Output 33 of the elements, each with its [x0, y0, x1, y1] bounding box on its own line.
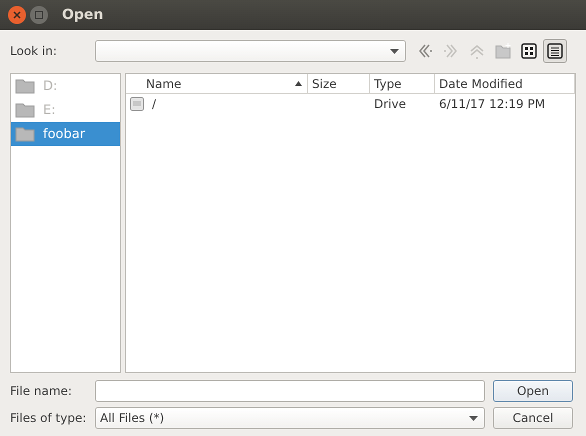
column-header[interactable]: Date Modified — [435, 74, 575, 93]
file-type-label: Files of type: — [10, 411, 88, 425]
window-title: Open — [62, 7, 104, 23]
column-header[interactable]: Size — [308, 74, 370, 93]
column-header[interactable]: Type — [370, 74, 435, 93]
drive-icon — [130, 97, 144, 111]
folder-icon — [15, 126, 35, 142]
open-button[interactable]: Open — [493, 380, 573, 402]
grid-view-icon — [520, 42, 538, 60]
close-button[interactable] — [8, 6, 26, 24]
forward-icon — [442, 42, 460, 60]
type-cell: Drive — [374, 97, 406, 111]
date-cell: 6/11/17 12:19 PM — [439, 97, 546, 111]
list-view-icon — [546, 42, 564, 60]
close-icon — [13, 11, 21, 19]
new-folder-icon — [494, 42, 512, 60]
look-in-label: Look in: — [10, 44, 58, 58]
look-in-dropdown[interactable] — [95, 40, 406, 62]
file-name-field[interactable] — [95, 380, 485, 402]
column-header[interactable]: Name — [126, 74, 308, 93]
up-icon — [468, 42, 486, 60]
folder-icon — [15, 78, 35, 94]
maximize-icon — [35, 11, 43, 19]
list-view-button[interactable] — [543, 39, 567, 63]
maximize-button[interactable] — [30, 6, 48, 24]
back-icon — [416, 42, 434, 60]
file-type-dropdown[interactable]: All Files (*) — [95, 407, 485, 429]
file-name-label: File name: — [10, 384, 73, 398]
caret-icon — [390, 48, 399, 54]
cancel-button[interactable]: Cancel — [493, 407, 573, 429]
file-name-cell[interactable]: / — [152, 97, 156, 111]
caret-icon — [469, 416, 478, 420]
folder-icon — [15, 102, 35, 118]
